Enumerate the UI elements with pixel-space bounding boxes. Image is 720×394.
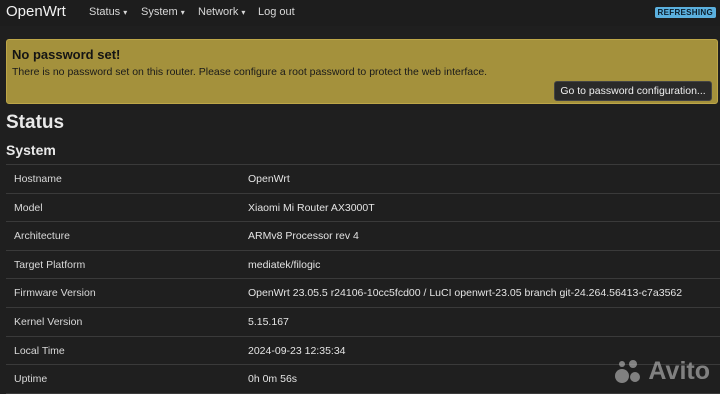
menu-network-label: Network (198, 6, 239, 18)
table-row: Uptime 0h 0m 56s (6, 365, 720, 394)
chevron-down-icon: ▾ (180, 8, 185, 17)
row-key: Model (14, 201, 43, 214)
go-to-password-config-button[interactable]: Go to password configuration... (554, 81, 712, 101)
alert-title: No password set! (12, 47, 121, 62)
table-row: Firmware Version OpenWrt 23.05.5 r24106-1… (6, 279, 720, 308)
table-row: Target Platform mediatek/filogic (6, 251, 720, 280)
row-value: OpenWrt (248, 173, 290, 185)
row-key: Target Platform (14, 258, 86, 271)
row-key: Firmware Version (14, 287, 96, 300)
row-value: Xiaomi Mi Router AX3000T (248, 201, 375, 214)
alert-message: There is no password set on this router.… (12, 66, 488, 78)
row-key: Uptime (14, 373, 48, 386)
avito-logo-icon (615, 360, 641, 383)
menu-logout[interactable]: Log out (258, 6, 295, 18)
table-row: Architecture ARMv8 Processor rev 4 (6, 222, 720, 251)
menu-status-label: Status (89, 6, 121, 18)
row-key: Hostname (14, 173, 62, 185)
row-value: mediatek/filogic (248, 258, 321, 271)
menu-network[interactable]: Network ▾ (198, 6, 245, 18)
top-navbar: OpenWrt Status ▾ System ▾ Network ▾ Log out… (0, 0, 720, 26)
menu-system-label: System (141, 6, 178, 18)
no-password-alert: No password set! There is no password se… (6, 39, 718, 104)
row-key: Local Time (14, 344, 65, 357)
table-row: Hostname OpenWrt (6, 165, 720, 194)
row-value: ARMv8 Processor rev 4 (248, 230, 359, 243)
row-value: 2024-09-23 12:35:34 (248, 344, 346, 357)
row-value: OpenWrt 23.05.5 r24106-10cc5fcd00 / LuCI… (248, 287, 683, 300)
chevron-down-icon: ▾ (123, 8, 128, 17)
table-row: Model Xiaomi Mi Router AX3000T (6, 194, 720, 223)
row-key: Architecture (14, 230, 71, 243)
row-key: Kernel Version (14, 315, 83, 328)
avito-watermark: Avito (614, 356, 710, 386)
table-row: Kernel Version 5.15.167 (6, 308, 720, 337)
row-value: 5.15.167 (248, 315, 289, 328)
menu-status[interactable]: Status ▾ (89, 6, 127, 18)
table-row: Local Time 2024-09-23 12:35:34 (6, 337, 720, 366)
page-title: Status (6, 112, 65, 133)
brand-logo[interactable]: OpenWrt (6, 3, 66, 20)
watermark-text: Avito (648, 356, 710, 385)
menu-system[interactable]: System ▾ (141, 6, 185, 18)
system-info-table: Hostname OpenWrt Model Xiaomi Mi Router AX… (6, 164, 720, 394)
row-value: 0h 0m 56s (248, 373, 298, 386)
refreshing-badge[interactable]: REFRESHING (654, 7, 716, 18)
chevron-down-icon: ▾ (241, 8, 246, 17)
section-title-system: System (6, 142, 56, 158)
